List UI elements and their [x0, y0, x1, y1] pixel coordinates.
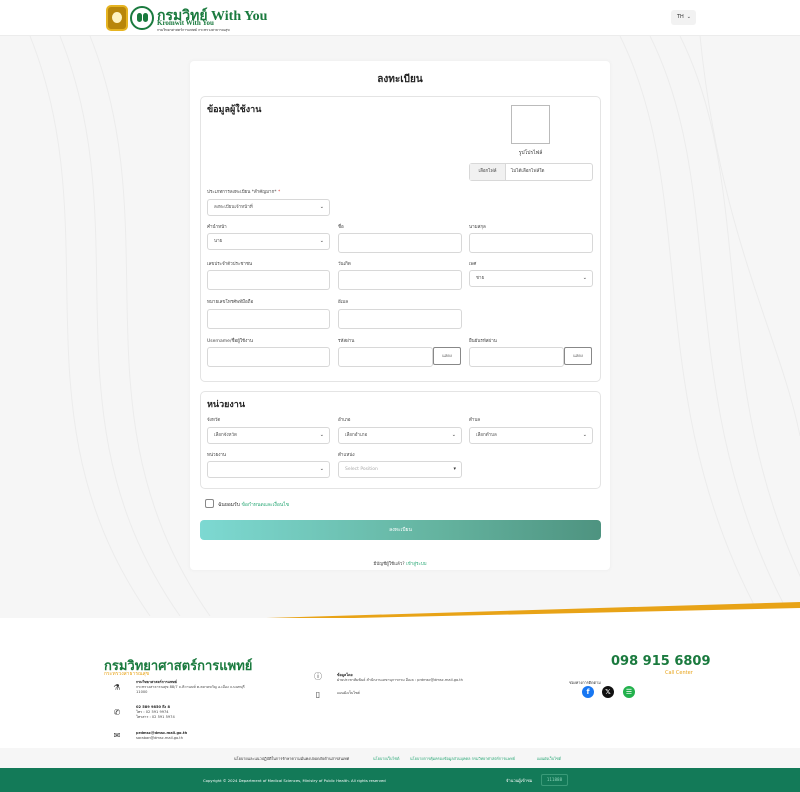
website-policy-link[interactable]: นโยบายเว็บไซต์	[373, 756, 399, 762]
username-input[interactable]	[207, 347, 330, 367]
username-label: Username/ชื่อผู้ใช้งาน	[207, 339, 253, 344]
registration-type-label: ประเภทการลงทะเบียน *สำคัญมาก* *	[207, 190, 281, 195]
chevron-down-icon: ⌄	[582, 275, 587, 281]
chevron-down-icon: ⌄	[686, 14, 691, 20]
show-confirm-password-button[interactable]: แสดง	[564, 347, 592, 365]
lastname-input[interactable]	[469, 233, 593, 253]
register-button[interactable]: ลงทะเบียน	[200, 520, 601, 540]
province-label: จังหวัด	[207, 418, 221, 423]
firstname-label: ชื่อ	[338, 225, 344, 230]
visitors-counter: 111888	[541, 774, 568, 786]
user-info-title: ข้อมูลผู้ใช้งาน	[207, 105, 262, 115]
line-icon[interactable]: ☰	[623, 686, 635, 698]
chevron-down-icon: ⌄	[319, 432, 324, 438]
call-center-number[interactable]: 098 915 6809	[611, 654, 711, 669]
district-label: อำเภอ	[338, 418, 351, 423]
ministry-seal-logo	[106, 5, 128, 31]
info-block: ข้อมูลโดย ฝ่ายประชาสัมพันธ์ สำนักงานเลขาน…	[337, 673, 463, 682]
phone-input[interactable]	[207, 309, 330, 329]
social-label: ช่องทางการติดตาม	[569, 680, 601, 685]
facebook-icon[interactable]: f	[582, 686, 594, 698]
brand-subtitle: Kromwit With You	[157, 19, 214, 27]
district-select[interactable]: เลือกอำเภอ ⌄	[338, 427, 462, 444]
kromwit-logo-icon	[130, 6, 154, 30]
sitemap-footer-link[interactable]: แผนผังเว็บไซต์	[537, 756, 561, 762]
gender-label: เพศ	[469, 262, 477, 267]
chevron-down-icon: ⌄	[319, 466, 324, 472]
idcard-label: เลขประจำตัวประชาชน	[207, 262, 253, 267]
lastname-label: นามสกุล	[469, 225, 486, 230]
phone-label: หมายเลขโทรศัพท์มือถือ	[207, 300, 254, 305]
profile-photo-preview	[511, 105, 550, 144]
email-block: prdmsc@dmsc.mail.go.th saraban@dmsc.mail.…	[136, 731, 188, 740]
password-label: รหัสผ่าน	[338, 339, 355, 344]
login-link[interactable]: เข้าสู่ระบบ	[406, 562, 426, 567]
document-icon: ▯	[315, 690, 321, 699]
registration-type-select[interactable]: ลงทะเบียนเจ้าหน้าที่ ⌄	[207, 199, 330, 216]
sitemap-link[interactable]: แผนผังเว็บไซต์	[337, 691, 360, 696]
consent-label: ฉันยอมรับ ข้อกำหนดและเงื่อนไข	[218, 502, 290, 508]
chevron-down-icon: ▾	[453, 466, 456, 472]
login-prompt: มีบัญชีผู้ใช้แล้ว? เข้าสู่ระบบ	[373, 562, 427, 567]
chevron-down-icon: ⌄	[451, 432, 456, 438]
language-selector[interactable]: TH ⌄	[671, 10, 696, 25]
privacy-policy-link[interactable]: นโยบายการคุ้มครองข้อมูลส่วนบุคคล กรมวิทย…	[410, 756, 515, 762]
firstname-input[interactable]	[338, 233, 462, 253]
prefix-label: คำนำหน้า	[207, 225, 227, 230]
gender-select[interactable]: ชาย ⌄	[469, 270, 593, 287]
phone-icon: ✆	[113, 708, 121, 717]
province-select[interactable]: เลือกจังหวัด ⌄	[207, 427, 330, 444]
idcard-input[interactable]	[207, 270, 330, 290]
profile-file-input[interactable]: เลือกไฟล์ ไม่ได้เลือกไฟล์ใด	[469, 163, 593, 181]
x-twitter-icon[interactable]: 𝕏	[602, 686, 614, 698]
chevron-down-icon: ⌄	[319, 238, 324, 244]
page-title: ลงทะเบียน	[377, 74, 423, 85]
language-label: TH	[677, 14, 684, 20]
chevron-down-icon: ⌄	[582, 432, 587, 438]
organization-title: หน่วยงาน	[207, 400, 246, 410]
microscope-icon: ⚗	[113, 683, 121, 692]
address-block: กรมวิทยาศาสตร์การแพทย์ กระทรวงสาธารณสุข 8…	[136, 680, 245, 694]
security-policy-link[interactable]: นโยบายและแนวปฏิบัติในการรักษาความมั่นคงป…	[234, 756, 349, 762]
chevron-down-icon: ⌄	[319, 204, 324, 210]
position-select[interactable]: Select Position ▾	[338, 461, 462, 478]
choose-file-button[interactable]: เลือกไฟล์	[470, 164, 506, 180]
position-label: ตำแหน่ง	[338, 453, 355, 458]
info-icon: ⓘ	[314, 672, 322, 681]
subdistrict-label: ตำบล	[469, 418, 481, 423]
birthdate-label: วันเกิด	[338, 262, 351, 267]
mail-icon: ✉	[113, 731, 121, 740]
consent-checkbox[interactable]	[205, 499, 214, 508]
confirm-password-input[interactable]	[469, 347, 564, 367]
copyright-text: Copyright © 2024 Department of Medical S…	[203, 778, 386, 783]
phone-block: 02 589 9850 ถึง 8 โทร : 02 591 9974 โทรสาร…	[136, 705, 175, 719]
email-input[interactable]	[338, 309, 462, 329]
copyright-bar	[0, 768, 800, 792]
call-center-label: Call Center	[665, 670, 693, 676]
footer-subtitle: กระทรวงสาธารณสุข	[104, 671, 150, 677]
show-password-button[interactable]: แสดง	[433, 347, 461, 365]
birthdate-input[interactable]	[338, 270, 462, 290]
confirm-password-label: ยืนยันรหัสผ่าน	[469, 339, 497, 344]
file-status-text: ไม่ได้เลือกไฟล์ใด	[511, 169, 545, 174]
policy-links-bar	[0, 748, 800, 768]
subdistrict-select[interactable]: เลือกตำบล ⌄	[469, 427, 593, 444]
profile-photo-label: รูปโปรไฟล์	[518, 150, 543, 156]
agency-label: หน่วยงาน	[207, 453, 227, 458]
password-input[interactable]	[338, 347, 433, 367]
brand-caption: กรมวิทยาศาสตร์การแพทย์ กระทรวงสาธารณสุข	[157, 28, 230, 32]
agency-select[interactable]: ⌄	[207, 461, 330, 478]
prefix-select[interactable]: นาย ⌄	[207, 233, 330, 250]
email-label: อีเมล	[338, 300, 348, 305]
terms-link[interactable]: ข้อกำหนดและเงื่อนไข	[242, 502, 290, 508]
visitors-label: จำนวนผู้เข้าชม	[506, 778, 533, 783]
